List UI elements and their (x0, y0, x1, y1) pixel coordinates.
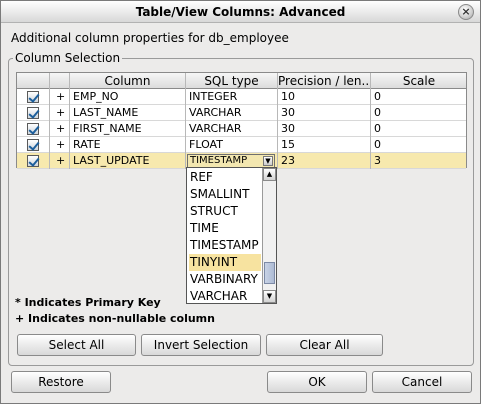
nullable-cell: + (50, 153, 70, 169)
sql-type-combo-value: TIMESTAMP (190, 155, 248, 166)
header-scale[interactable]: Scale (371, 73, 467, 89)
header-sql-type[interactable]: SQL type (186, 73, 278, 89)
select-cell[interactable] (17, 89, 50, 105)
row-checkbox[interactable] (27, 155, 39, 167)
table-row[interactable]: + RATE FLOAT 15 0 (17, 137, 466, 153)
select-cell[interactable] (17, 137, 50, 153)
invert-selection-button[interactable]: Invert Selection (141, 334, 261, 356)
non-nullable-note: + Indicates non-nullable column (15, 312, 215, 325)
primary-key-note: * Indicates Primary Key (15, 296, 161, 309)
header-nullable[interactable] (50, 73, 70, 89)
title-bar: Table/View Columns: Advanced × (1, 1, 480, 23)
scroll-up-icon[interactable]: ▲ (263, 168, 276, 181)
sql-type-dropdown-list[interactable]: REF SMALLINT STRUCT TIME TIMESTAMP TINYI… (186, 167, 277, 304)
select-cell[interactable] (17, 153, 50, 169)
precision-cell[interactable]: 15 (278, 137, 371, 153)
table-row[interactable]: + FIRST_NAME VARCHAR 30 0 (17, 121, 466, 137)
sql-type-cell[interactable]: VARCHAR (186, 105, 278, 121)
dropdown-option[interactable]: TIMESTAMP (189, 237, 261, 254)
scale-cell[interactable]: 0 (371, 137, 467, 153)
clear-all-button[interactable]: Clear All (266, 334, 383, 356)
table-row[interactable]: + LAST_NAME VARCHAR 30 0 (17, 105, 466, 121)
select-all-button[interactable]: Select All (17, 334, 136, 356)
table-header: Column SQL type Precision / len... Scale (17, 73, 466, 89)
header-select[interactable] (17, 73, 50, 89)
column-name-cell[interactable]: EMP_NO (70, 89, 186, 105)
dropdown-scrollbar[interactable]: ▲ ▼ (262, 168, 276, 303)
nullable-cell: + (50, 105, 70, 121)
scale-cell[interactable]: 3 (371, 153, 467, 169)
scale-cell[interactable]: 0 (371, 89, 467, 105)
close-icon[interactable]: × (458, 4, 474, 20)
precision-cell[interactable]: 10 (278, 89, 371, 105)
table-row[interactable]: + EMP_NO INTEGER 10 0 (17, 89, 466, 105)
dropdown-option[interactable]: VARCHAR (189, 288, 261, 305)
chevron-down-icon[interactable]: ▼ (263, 156, 273, 166)
sql-type-combo[interactable]: TIMESTAMP ▼ (187, 154, 275, 168)
nullable-cell: + (50, 89, 70, 105)
precision-cell[interactable]: 30 (278, 121, 371, 137)
column-selection-label: Column Selection (15, 51, 121, 65)
dropdown-option[interactable]: STRUCT (189, 203, 261, 220)
precision-cell[interactable]: 30 (278, 105, 371, 121)
scroll-down-icon[interactable]: ▼ (263, 290, 276, 303)
sql-type-cell[interactable]: INTEGER (186, 89, 278, 105)
sql-type-cell[interactable]: VARCHAR (186, 121, 278, 137)
columns-table: Column SQL type Precision / len... Scale… (16, 72, 467, 169)
window-title: Table/View Columns: Advanced (135, 5, 346, 19)
scale-cell[interactable]: 0 (371, 121, 467, 137)
nullable-cell: + (50, 121, 70, 137)
dropdown-option[interactable]: TIME (189, 220, 261, 237)
scrollbar-thumb[interactable] (264, 262, 275, 284)
scale-cell[interactable]: 0 (371, 105, 467, 121)
sql-type-cell[interactable]: FLOAT (186, 137, 278, 153)
column-name-cell[interactable]: LAST_NAME (70, 105, 186, 121)
dropdown-option[interactable]: REF (189, 169, 261, 186)
nullable-cell: + (50, 137, 70, 153)
ok-button[interactable]: OK (267, 371, 367, 393)
dropdown-option-highlighted[interactable]: TINYINT (189, 254, 261, 271)
restore-button[interactable]: Restore (11, 371, 111, 393)
row-checkbox[interactable] (27, 123, 39, 135)
cancel-button[interactable]: Cancel (372, 371, 472, 393)
select-cell[interactable] (17, 105, 50, 121)
precision-cell[interactable]: 23 (278, 153, 371, 169)
row-checkbox[interactable] (27, 107, 39, 119)
column-name-cell[interactable]: LAST_UPDATE (70, 153, 186, 169)
dropdown-option[interactable]: SMALLINT (189, 186, 261, 203)
dialog-subtitle: Additional column properties for db_empl… (11, 31, 289, 45)
column-name-cell[interactable]: RATE (70, 137, 186, 153)
header-precision[interactable]: Precision / len... (278, 73, 371, 89)
dropdown-option[interactable]: VARBINARY (189, 271, 261, 288)
row-checkbox[interactable] (27, 139, 39, 151)
dialog-window: Table/View Columns: Advanced × Additiona… (0, 0, 481, 404)
column-name-cell[interactable]: FIRST_NAME (70, 121, 186, 137)
header-column[interactable]: Column (70, 73, 186, 89)
select-cell[interactable] (17, 121, 50, 137)
row-checkbox[interactable] (27, 91, 39, 103)
